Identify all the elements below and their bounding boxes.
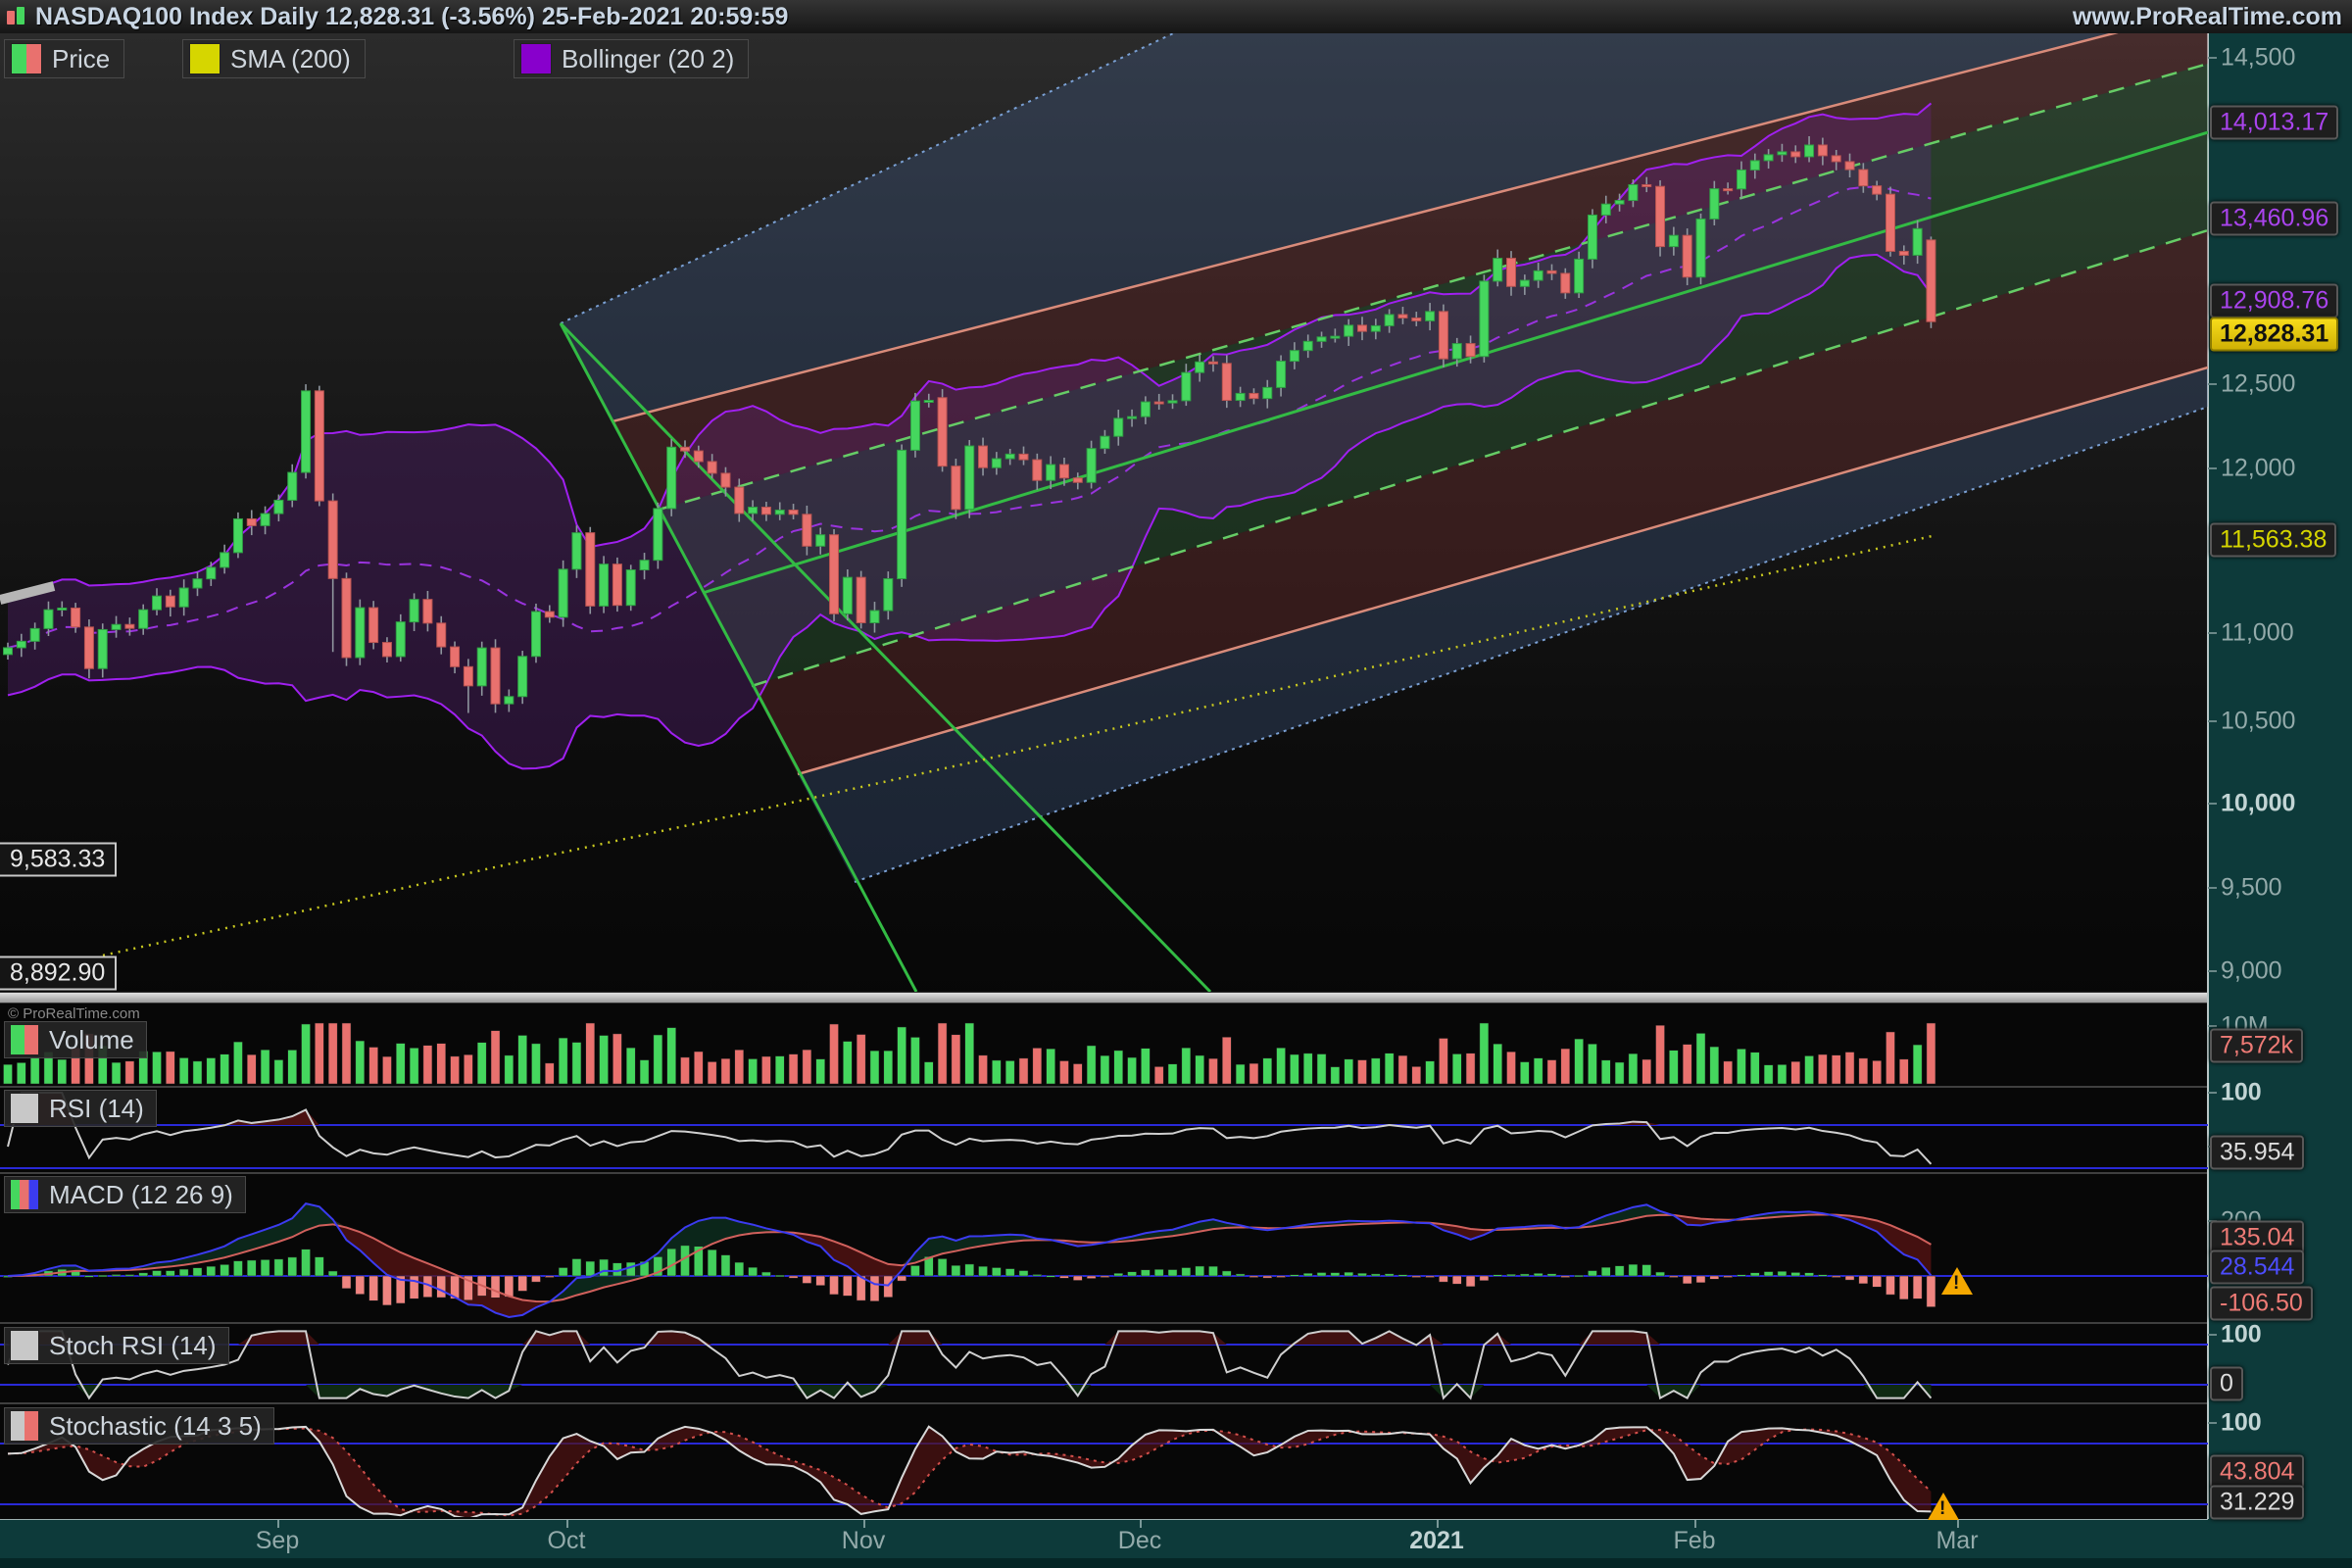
price-axis-label: 100 [2221, 1321, 2262, 1349]
volume-legend-label: Volume [49, 1025, 134, 1055]
date-axis-label-feb: Feb [1673, 1527, 1715, 1555]
rsi-swatch-icon [10, 1093, 39, 1124]
axis-badge-1401317: 14,013.17 [2210, 106, 2338, 140]
price-axis-tick [2208, 57, 2217, 59]
prorealtime-chart-window: NASDAQ100 Index Daily 12,828.31 (-3.56%)… [0, 0, 2352, 1568]
legend-bollinger-label: Bollinger (20 2) [562, 44, 734, 74]
volume-swatch-icon [10, 1024, 39, 1055]
price-axis-tick [2208, 1025, 2217, 1027]
macd-legend[interactable]: MACD (12 26 9) [4, 1176, 246, 1213]
axis-badge-28544: 28.544 [2210, 1250, 2304, 1285]
stochastic-legend[interactable]: Stochastic (14 3 5) [4, 1407, 274, 1445]
price-axis-label: 10,500 [2221, 708, 2295, 736]
date-axis-label-nov: Nov [842, 1527, 885, 1555]
volume-legend[interactable]: Volume [4, 1021, 147, 1058]
axis-badge-43804: 43.804 [2210, 1455, 2304, 1490]
price-swatch-icon [11, 43, 42, 74]
copyright-text: © ProRealTime.com [8, 1005, 140, 1022]
price-axis-label: 14,500 [2221, 44, 2295, 73]
bollinger-swatch-icon [520, 43, 552, 74]
price-axis-tick [2208, 383, 2217, 385]
price-axis-tick [2208, 720, 2217, 722]
rsi-legend-label: RSI (14) [49, 1094, 144, 1124]
axis-badge-35954: 35.954 [2210, 1136, 2304, 1170]
date-axis-label-oct: Oct [548, 1527, 586, 1555]
left-level-badge: 8,892.90 [0, 956, 117, 991]
macd-swatch-icon [10, 1179, 39, 1210]
legend-price-label: Price [52, 44, 110, 74]
macd-legend-label: MACD (12 26 9) [49, 1180, 233, 1210]
price-axis-tick [2208, 803, 2217, 805]
price-axis-tick [2208, 1422, 2217, 1424]
price-axis-tick [2208, 970, 2217, 972]
axis-badge-0: 0 [2210, 1367, 2243, 1401]
date-axis-label-sep: Sep [256, 1527, 299, 1555]
price-axis-label: 12,000 [2221, 455, 2295, 483]
price-axis-tick [2208, 632, 2217, 634]
stochastic-legend-label: Stochastic (14 3 5) [49, 1411, 262, 1442]
legend-price[interactable]: Price [4, 39, 124, 78]
warning-icon-macd[interactable]: ! [1941, 1267, 1973, 1295]
price-axis-tick [2208, 1334, 2217, 1336]
axis-badge-10650: -106.50 [2210, 1287, 2313, 1321]
price-axis-tick [2208, 467, 2217, 469]
price-axis-tick [2208, 1092, 2217, 1094]
axis-badge-7572k: 7,572k [2210, 1029, 2303, 1063]
axis-badge-31229: 31.229 [2210, 1486, 2304, 1520]
stochastic-swatch-icon [10, 1410, 39, 1442]
legend-bollinger[interactable]: Bollinger (20 2) [514, 39, 749, 78]
stochrsi-legend[interactable]: Stoch RSI (14) [4, 1327, 229, 1364]
stochrsi-swatch-icon [10, 1330, 39, 1361]
price-axis-label: 9,500 [2221, 874, 2282, 903]
stochrsi-legend-label: Stoch RSI (14) [49, 1331, 217, 1361]
axis-badge-1290876: 12,908.76 [2210, 284, 2338, 318]
price-axis-label: 12,500 [2221, 370, 2295, 399]
price-axis-label: 10,000 [2221, 790, 2295, 818]
legend-sma-label: SMA (200) [230, 44, 351, 74]
date-axis-label-2021: 2021 [1409, 1527, 1464, 1555]
price-axis-label: 100 [2221, 1079, 2262, 1107]
left-level-badge: 9,583.33 [0, 843, 117, 877]
price-axis-tick [2208, 887, 2217, 889]
chart-canvas[interactable] [0, 0, 2352, 1568]
axis-badge-1282831: 12,828.31 [2210, 318, 2338, 352]
rsi-legend[interactable]: RSI (14) [4, 1090, 157, 1127]
price-axis-label: 11,000 [2221, 619, 2294, 648]
axis-badge-1156338: 11,563.38 [2210, 523, 2336, 558]
date-axis-label-mar: Mar [1936, 1527, 1978, 1555]
date-axis-label-dec: Dec [1118, 1527, 1161, 1555]
axis-badge-1346096: 13,460.96 [2210, 202, 2338, 236]
price-axis-label: 100 [2221, 1409, 2262, 1438]
price-axis-label: 9,000 [2221, 957, 2282, 986]
warning-icon-stochastic[interactable]: ! [1928, 1493, 1959, 1520]
sma-swatch-icon [189, 43, 220, 74]
legend-sma[interactable]: SMA (200) [182, 39, 366, 78]
